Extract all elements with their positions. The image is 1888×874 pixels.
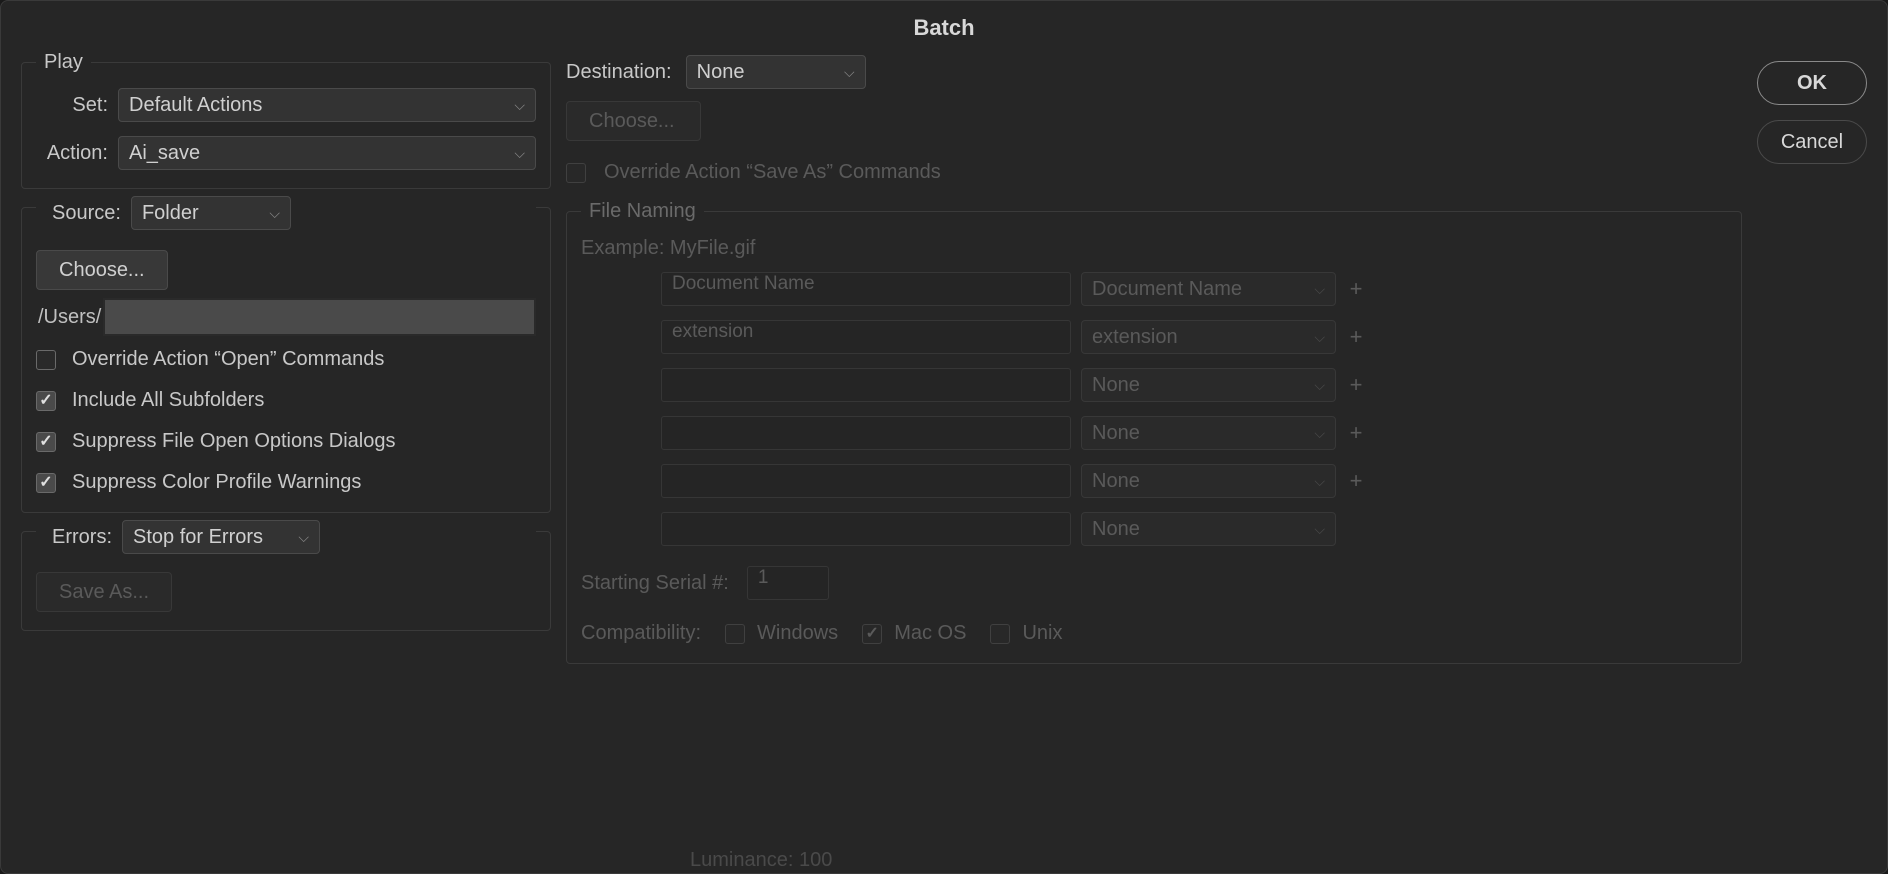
override-open-label: Override Action “Open” Commands (72, 348, 384, 371)
naming-select-3: None ⌵ (1081, 416, 1336, 450)
destination-row: Destination: None ⌵ (566, 51, 1742, 101)
errors-label: Errors: (36, 526, 112, 549)
suppress-dialogs-checkbox[interactable] (36, 432, 56, 452)
suppress-color-label: Suppress Color Profile Warnings (72, 471, 361, 494)
chevron-down-icon: ⌵ (298, 529, 309, 546)
set-value: Default Actions (129, 94, 262, 117)
include-subfolders-checkbox[interactable] (36, 391, 56, 411)
chevron-down-icon: ⌵ (1314, 329, 1325, 346)
suppress-dialogs-label: Suppress File Open Options Dialogs (72, 430, 396, 453)
chevron-down-icon: ⌵ (1314, 425, 1325, 442)
naming-text-2 (661, 368, 1071, 402)
compat-macos-checkbox (862, 624, 882, 644)
naming-row: None ⌵ + (661, 416, 1727, 450)
plus-icon: + (1346, 468, 1366, 494)
errors-group: Errors: Stop for Errors ⌵ Save As... (21, 531, 551, 631)
compat-unix-checkbox (990, 624, 1010, 644)
compatibility-label: Compatibility: (581, 622, 701, 645)
naming-text-3 (661, 416, 1071, 450)
naming-text-5 (661, 512, 1071, 546)
batch-dialog: Batch Play Set: Default Actions ⌵ Action… (0, 0, 1888, 874)
starting-serial-input: 1 (747, 566, 829, 600)
override-saveas-row: Override Action “Save As” Commands (566, 161, 1742, 184)
naming-select-5: None ⌵ (1081, 512, 1336, 546)
file-naming-example: Example: MyFile.gif (581, 237, 1727, 260)
cancel-button[interactable]: Cancel (1757, 120, 1867, 164)
destination-select[interactable]: None ⌵ (686, 55, 866, 89)
set-label: Set: (36, 94, 108, 117)
chevron-down-icon: ⌵ (1314, 521, 1325, 538)
naming-row: extension extension ⌵ + (661, 320, 1727, 354)
plus-icon: + (1346, 276, 1366, 302)
file-naming-group: File Naming Example: MyFile.gif Document… (566, 200, 1742, 664)
naming-text-1: extension (661, 320, 1071, 354)
middle-column: Destination: None ⌵ Choose... Override A… (566, 51, 1742, 664)
suppress-color-row: Suppress Color Profile Warnings (36, 471, 536, 494)
destination-value: None (697, 61, 745, 84)
compat-unix-label: Unix (1022, 622, 1062, 645)
action-value: Ai_save (129, 142, 200, 165)
source-value: Folder (142, 202, 199, 225)
path-prefix: /Users/ (36, 306, 101, 329)
dialog-title: Batch (1, 1, 1887, 51)
chevron-down-icon: ⌵ (514, 145, 525, 162)
chevron-down-icon: ⌵ (269, 205, 280, 222)
file-naming-grid: Document Name Document Name ⌵ + extensio… (581, 272, 1727, 546)
chevron-down-icon: ⌵ (514, 97, 525, 114)
source-path: /Users/ (36, 296, 536, 338)
naming-row: Document Name Document Name ⌵ + (661, 272, 1727, 306)
include-subfolders-row: Include All Subfolders (36, 389, 536, 412)
compat-macos-label: Mac OS (894, 622, 966, 645)
suppress-dialogs-row: Suppress File Open Options Dialogs (36, 430, 536, 453)
right-column: OK Cancel (1757, 51, 1867, 664)
destination-label: Destination: (566, 61, 672, 84)
chevron-down-icon: ⌵ (844, 64, 855, 81)
source-select[interactable]: Folder ⌵ (131, 196, 291, 230)
naming-text-0: Document Name (661, 272, 1071, 306)
play-legend: Play (36, 51, 91, 74)
file-naming-legend: File Naming (581, 200, 704, 223)
naming-select-0: Document Name ⌵ (1081, 272, 1336, 306)
play-group: Play Set: Default Actions ⌵ Action: Ai_s… (21, 51, 551, 189)
dialog-content: Play Set: Default Actions ⌵ Action: Ai_s… (1, 51, 1887, 684)
naming-row: None ⌵ + (661, 512, 1727, 546)
background-luminance-text: Luminance: 100 (690, 849, 832, 872)
left-column: Play Set: Default Actions ⌵ Action: Ai_s… (21, 51, 551, 664)
starting-serial-label: Starting Serial #: (581, 572, 729, 595)
plus-icon: + (1346, 420, 1366, 446)
naming-row: None ⌵ + (661, 464, 1727, 498)
naming-text-4 (661, 464, 1071, 498)
naming-select-4: None ⌵ (1081, 464, 1336, 498)
compat-windows-checkbox (725, 624, 745, 644)
override-saveas-checkbox (566, 163, 586, 183)
include-subfolders-label: Include All Subfolders (72, 389, 264, 412)
override-open-row: Override Action “Open” Commands (36, 348, 536, 371)
action-label: Action: (36, 142, 108, 165)
chevron-down-icon: ⌵ (1314, 473, 1325, 490)
source-choose-button[interactable]: Choose... (36, 250, 168, 290)
set-select[interactable]: Default Actions ⌵ (118, 88, 536, 122)
compatibility-row: Compatibility: Windows Mac OS Unix (581, 622, 1727, 645)
naming-select-1: extension ⌵ (1081, 320, 1336, 354)
ok-button[interactable]: OK (1757, 61, 1867, 105)
starting-serial-row: Starting Serial #: 1 (581, 566, 1727, 600)
suppress-color-checkbox[interactable] (36, 473, 56, 493)
save-as-button: Save As... (36, 572, 172, 612)
errors-select[interactable]: Stop for Errors ⌵ (122, 520, 320, 554)
override-saveas-label: Override Action “Save As” Commands (604, 161, 941, 184)
plus-icon: + (1346, 372, 1366, 398)
plus-icon: + (1346, 324, 1366, 350)
naming-row: None ⌵ + (661, 368, 1727, 402)
naming-select-2: None ⌵ (1081, 368, 1336, 402)
errors-value: Stop for Errors (133, 526, 263, 549)
compat-windows-label: Windows (757, 622, 838, 645)
destination-choose-button: Choose... (566, 101, 701, 141)
chevron-down-icon: ⌵ (1314, 377, 1325, 394)
chevron-down-icon: ⌵ (1314, 281, 1325, 298)
action-select[interactable]: Ai_save ⌵ (118, 136, 536, 170)
source-group: Source: Folder ⌵ Choose... /Users/ Overr… (21, 207, 551, 513)
redacted-path (103, 298, 536, 336)
source-label: Source: (36, 202, 121, 225)
override-open-checkbox[interactable] (36, 350, 56, 370)
